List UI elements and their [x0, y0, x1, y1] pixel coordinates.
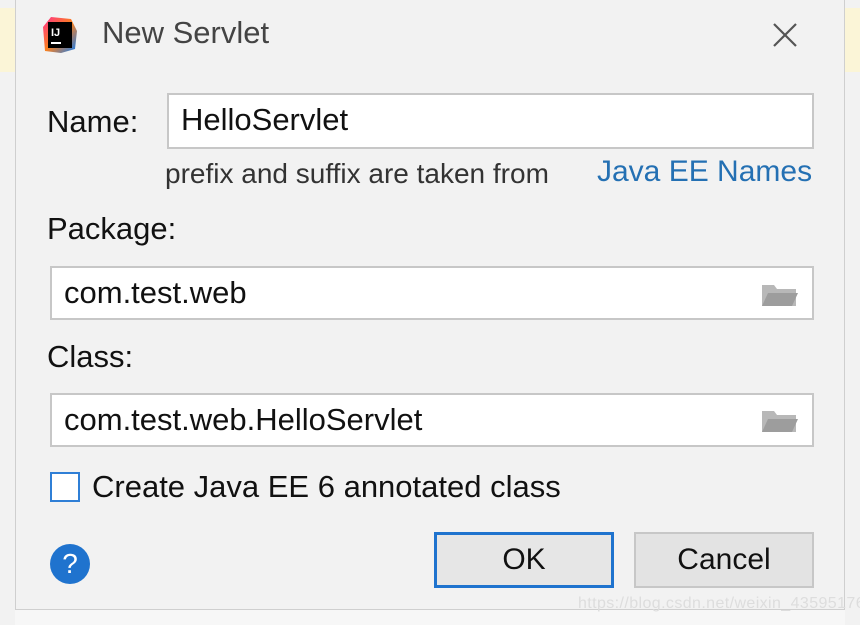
- class-input[interactable]: com.test.web.HelloServlet: [50, 393, 814, 447]
- java-ee-names-link[interactable]: Java EE Names: [597, 155, 812, 189]
- folder-browse-icon[interactable]: [760, 280, 800, 310]
- background-left-highlight: [0, 8, 15, 72]
- help-button[interactable]: ?: [50, 544, 90, 584]
- background-right-highlight: [845, 8, 860, 72]
- name-input[interactable]: HelloServlet: [167, 93, 814, 149]
- intellij-idea-icon: IJ: [43, 17, 77, 53]
- dialog-title: New Servlet: [102, 15, 270, 50]
- package-input[interactable]: com.test.web: [50, 266, 814, 320]
- svg-text:IJ: IJ: [51, 27, 60, 39]
- folder-browse-icon[interactable]: [760, 406, 800, 436]
- background-right: [845, 0, 860, 625]
- package-label: Package:: [47, 211, 177, 246]
- name-label: Name:: [47, 104, 139, 139]
- annotated-class-checkbox[interactable]: [50, 472, 80, 502]
- background-left: [0, 0, 15, 625]
- naming-hint-text: prefix and suffix are taken from: [165, 158, 549, 189]
- annotated-class-label: Create Java EE 6 annotated class: [92, 469, 561, 504]
- new-servlet-dialog: IJ New Servlet Name: HelloServlet prefix…: [15, 0, 845, 610]
- ok-button[interactable]: OK: [434, 532, 614, 588]
- class-label: Class:: [47, 339, 134, 374]
- watermark-text: https://blog.csdn.net/weixin_43595176: [578, 595, 860, 612]
- close-icon[interactable]: [768, 18, 802, 52]
- cancel-button[interactable]: Cancel: [634, 532, 814, 588]
